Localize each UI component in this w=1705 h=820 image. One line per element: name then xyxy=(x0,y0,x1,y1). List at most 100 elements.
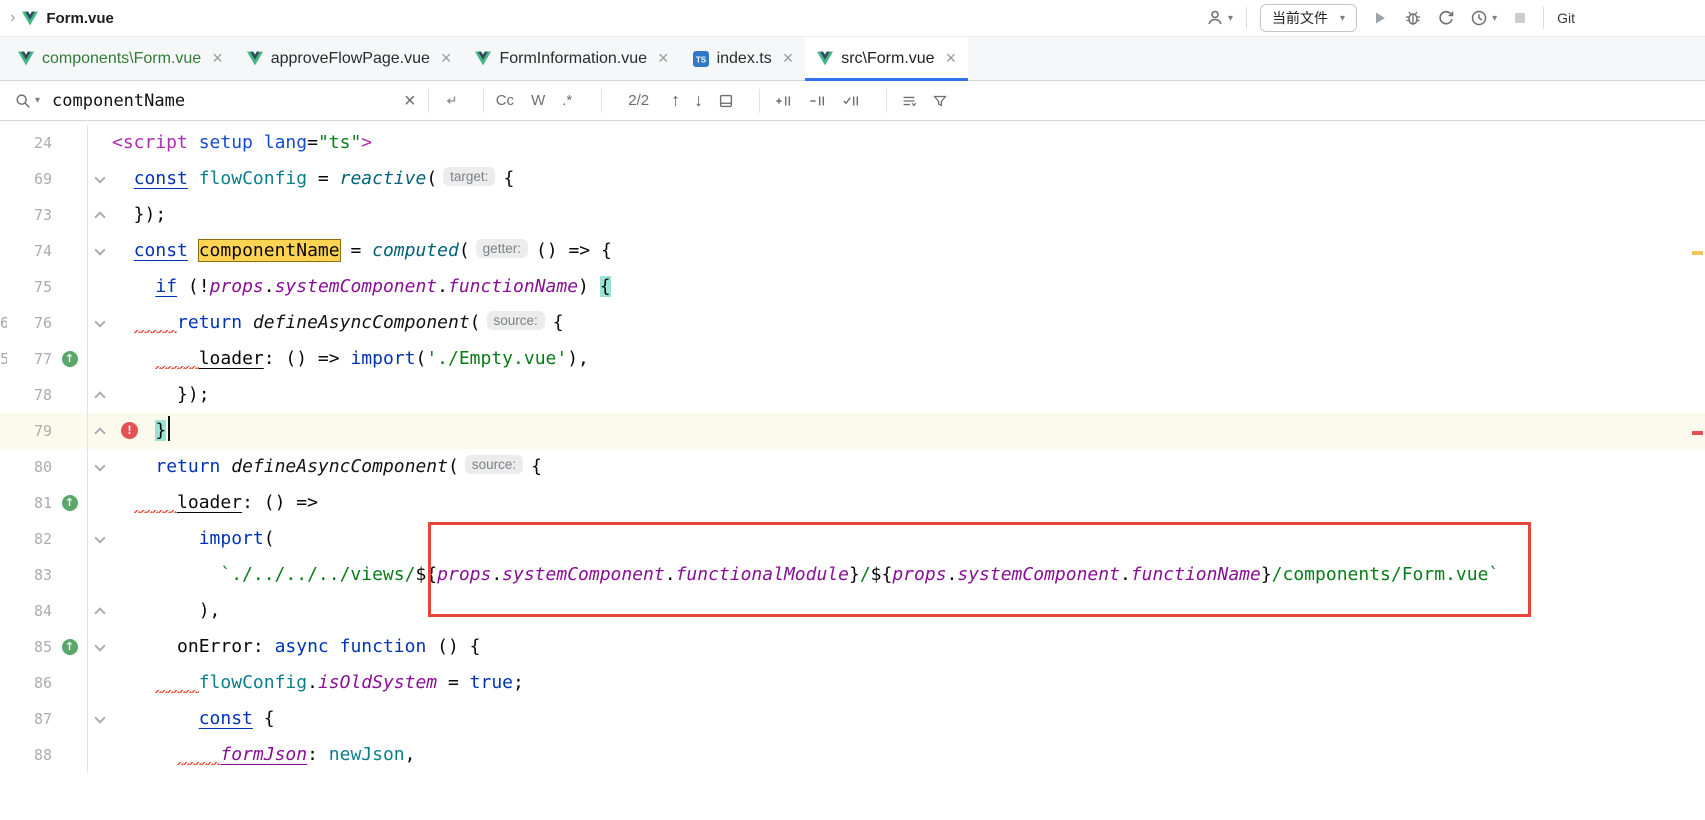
line-number[interactable]: 76 xyxy=(0,305,52,341)
error-icon[interactable]: ! xyxy=(121,422,138,439)
run-config-selector[interactable]: 当前文件 ▾ xyxy=(1260,4,1357,32)
fold-down-icon[interactable] xyxy=(94,712,105,723)
fold-down-icon[interactable] xyxy=(94,460,105,471)
code-line-76[interactable]: 676 return defineAsyncComponent(source:{ xyxy=(0,305,1705,341)
gutter[interactable]: 88 xyxy=(0,737,112,773)
code-text[interactable]: if (!props.systemComponent.functionName)… xyxy=(112,269,611,305)
rerun-icon[interactable] xyxy=(1436,8,1456,28)
code-line-69[interactable]: 69 const flowConfig = reactive(target:{ xyxy=(0,161,1705,197)
gutter[interactable]: 73 xyxy=(0,197,112,233)
tab-src-Form.vue[interactable]: src\Form.vue× xyxy=(805,37,968,80)
tab-close-icon[interactable]: × xyxy=(783,48,794,69)
match-case-toggle[interactable]: Cc xyxy=(496,92,514,109)
gutter[interactable]: 24 xyxy=(0,125,112,161)
code-text[interactable]: const componentName = computed(getter:()… xyxy=(112,233,612,269)
code-text[interactable]: loader: () => xyxy=(112,485,318,521)
code-text[interactable]: loader: () => import('./Empty.vue'), xyxy=(112,341,589,377)
code-line-83[interactable]: 83 `./../../../views/${props.systemCompo… xyxy=(0,557,1705,593)
tab-close-icon[interactable]: × xyxy=(212,48,223,69)
fold-slot[interactable] xyxy=(88,717,112,722)
git-widget[interactable]: Git xyxy=(1557,10,1575,26)
debug-icon[interactable] xyxy=(1403,8,1423,28)
gutter[interactable]: 86 xyxy=(0,665,112,701)
next-match-icon[interactable]: ↓ xyxy=(694,90,703,111)
clear-search-icon[interactable]: × xyxy=(404,91,416,111)
line-number[interactable]: 80 xyxy=(0,449,52,485)
stop-icon[interactable] xyxy=(1510,8,1530,28)
profiler-icon[interactable]: ▾ xyxy=(1469,8,1497,28)
select-all-matches-icon[interactable] xyxy=(840,92,862,110)
code-line-77[interactable]: 577↑ loader: () => import('./Empty.vue')… xyxy=(0,341,1705,377)
code-text[interactable]: flowConfig.isOldSystem = true; xyxy=(112,665,524,701)
fold-slot[interactable] xyxy=(88,390,112,401)
code-text[interactable]: }); xyxy=(112,197,166,233)
gutter[interactable]: 78 xyxy=(0,377,112,413)
code-text[interactable]: onError: async function () { xyxy=(112,629,481,665)
multiline-toggle-icon[interactable] xyxy=(441,92,459,110)
users-icon[interactable]: ▾ xyxy=(1205,8,1233,28)
line-number[interactable]: 85 xyxy=(0,629,52,665)
code-line-80[interactable]: 80 return defineAsyncComponent(source:{ xyxy=(0,449,1705,485)
tab-close-icon[interactable]: × xyxy=(441,48,452,69)
line-number[interactable]: 86 xyxy=(0,665,52,701)
gutter[interactable]: 577↑ xyxy=(0,341,112,377)
line-number[interactable]: 78 xyxy=(0,377,52,413)
run-icon[interactable] xyxy=(1370,8,1390,28)
line-number[interactable]: 87 xyxy=(0,701,52,737)
fold-up-icon[interactable] xyxy=(94,391,105,402)
line-number[interactable]: 79 xyxy=(0,413,52,449)
gutter[interactable]: 676 xyxy=(0,305,112,341)
code-text[interactable]: }); xyxy=(112,377,210,413)
line-number[interactable]: 73 xyxy=(0,197,52,233)
fold-slot[interactable] xyxy=(88,537,112,542)
gutter[interactable]: 79 xyxy=(0,413,112,449)
code-line-87[interactable]: 87 const { xyxy=(0,701,1705,737)
fold-slot[interactable] xyxy=(88,426,112,437)
fold-slot[interactable] xyxy=(88,210,112,221)
code-text[interactable]: ), xyxy=(112,593,220,629)
tab-FormInformation.vue[interactable]: FormInformation.vue× xyxy=(463,37,680,80)
code-line-84[interactable]: 84 ), xyxy=(0,593,1705,629)
search-input[interactable]: componentName xyxy=(52,91,404,111)
tab-approveFlowPage.vue[interactable]: approveFlowPage.vue× xyxy=(235,37,464,80)
gutter[interactable]: 83 xyxy=(0,557,112,593)
search-icon[interactable]: ▾ xyxy=(14,92,40,110)
gutter-implemented-icon[interactable]: ↑ xyxy=(62,639,78,655)
fold-slot[interactable] xyxy=(88,465,112,470)
fold-down-icon[interactable] xyxy=(94,640,105,651)
prev-match-icon[interactable]: ↑ xyxy=(671,90,680,111)
code-line-78[interactable]: 78 }); xyxy=(0,377,1705,413)
fold-slot[interactable] xyxy=(88,606,112,617)
gutter-implemented-icon[interactable]: ↑ xyxy=(62,351,78,367)
line-number[interactable]: 74 xyxy=(0,233,52,269)
whole-words-toggle[interactable]: W xyxy=(531,92,545,109)
code-line-79[interactable]: 79 }! xyxy=(0,413,1705,449)
code-line-81[interactable]: 81↑ loader: () => xyxy=(0,485,1705,521)
remove-match-selection-icon[interactable] xyxy=(806,92,828,110)
code-text[interactable]: formJson: newJson, xyxy=(112,737,415,773)
code-line-73[interactable]: 73 }); xyxy=(0,197,1705,233)
code-line-75[interactable]: 75 if (!props.systemComponent.functionNa… xyxy=(0,269,1705,305)
code-editor[interactable]: 24<script setup lang="ts">69 const flowC… xyxy=(0,121,1705,820)
line-number[interactable]: 69 xyxy=(0,161,52,197)
gutter[interactable]: 69 xyxy=(0,161,112,197)
fold-down-icon[interactable] xyxy=(94,244,105,255)
line-number[interactable]: 83 xyxy=(0,557,52,593)
code-text[interactable]: `./../../../views/${props.systemComponen… xyxy=(112,557,1499,593)
code-line-74[interactable]: 74 const componentName = computed(getter… xyxy=(0,233,1705,269)
line-number[interactable]: 84 xyxy=(0,593,52,629)
fold-slot[interactable] xyxy=(88,249,112,254)
line-number[interactable]: 75 xyxy=(0,269,52,305)
add-match-selection-icon[interactable] xyxy=(772,92,794,110)
fold-up-icon[interactable] xyxy=(94,211,105,222)
line-number[interactable]: 77 xyxy=(0,341,52,377)
gutter[interactable]: 74 xyxy=(0,233,112,269)
fold-down-icon[interactable] xyxy=(94,172,105,183)
code-text[interactable]: return defineAsyncComponent(source:{ xyxy=(112,449,542,485)
line-number[interactable]: 24 xyxy=(0,125,52,161)
gutter-implemented-icon[interactable]: ↑ xyxy=(62,495,78,511)
gutter[interactable]: 82 xyxy=(0,521,112,557)
line-number[interactable]: 82 xyxy=(0,521,52,557)
code-line-86[interactable]: 86 flowConfig.isOldSystem = true; xyxy=(0,665,1705,701)
code-line-82[interactable]: 82 import( xyxy=(0,521,1705,557)
